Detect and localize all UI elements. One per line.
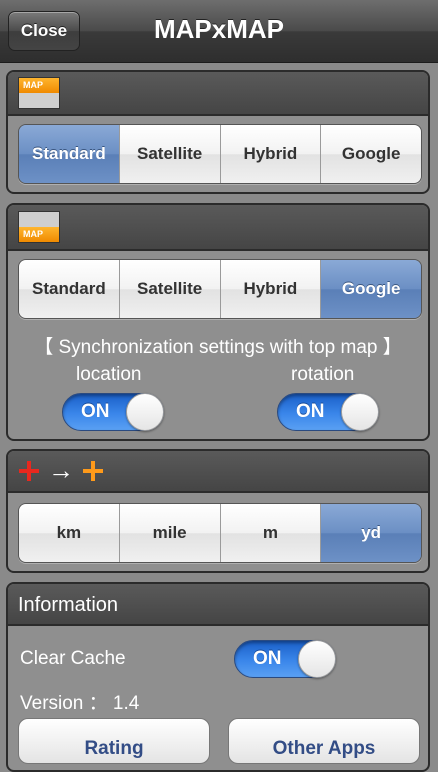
rotation-toggle-state: ON <box>296 401 325 422</box>
bottom-map-panel: MAP Standard Satellite Hybrid Google 【 S… <box>6 203 430 441</box>
top-map-type-satellite[interactable]: Satellite <box>119 125 221 183</box>
map-icon-label: MAP <box>19 227 59 242</box>
bottom-map-icon: MAP <box>18 211 60 243</box>
unit-mile[interactable]: mile <box>119 504 221 562</box>
top-map-type-selector: Standard Satellite Hybrid Google <box>18 124 422 184</box>
navigation-bar: Close MAPxMAP <box>0 0 438 63</box>
start-marker-icon <box>19 461 39 481</box>
unit-m[interactable]: m <box>220 504 322 562</box>
unit-yd[interactable]: yd <box>321 504 421 562</box>
top-map-panel: MAP Standard Satellite Hybrid Google <box>6 70 430 194</box>
version-label: Version ： 1.4 <box>20 693 140 714</box>
information-panel-header: Information <box>8 584 428 626</box>
toggle-knob <box>341 393 379 431</box>
bottom-map-type-satellite[interactable]: Satellite <box>119 260 221 318</box>
page-title: MAPxMAP <box>153 14 284 44</box>
rating-button[interactable]: Rating <box>18 718 210 764</box>
information-title: Information <box>18 594 119 616</box>
clear-cache-toggle[interactable]: ON <box>234 640 336 678</box>
information-panel: Information Clear Cache ON Version ： 1.4… <box>6 582 430 772</box>
toggle-knob <box>298 640 336 678</box>
rotation-label: rotation <box>291 364 355 385</box>
map-icon-label: MAP <box>19 78 59 93</box>
clear-cache-toggle-state: ON <box>253 648 282 669</box>
location-label: location <box>76 364 142 385</box>
other-apps-button[interactable]: Other Apps <box>228 718 420 764</box>
bottom-map-type-google[interactable]: Google <box>321 260 421 318</box>
bottom-map-type-selector: Standard Satellite Hybrid Google <box>18 259 422 319</box>
top-map-type-hybrid[interactable]: Hybrid <box>220 125 322 183</box>
bottom-map-type-hybrid[interactable]: Hybrid <box>220 260 322 318</box>
top-map-icon: MAP <box>18 77 60 109</box>
rotation-toggle[interactable]: ON <box>277 393 379 431</box>
bottom-map-panel-header: MAP <box>8 205 428 251</box>
end-marker-icon <box>83 461 103 481</box>
sync-settings-title: 【 Synchronization settings with top map … <box>34 337 402 358</box>
top-map-type-google[interactable]: Google <box>321 125 421 183</box>
top-map-type-standard[interactable]: Standard <box>19 125 120 183</box>
location-toggle-state: ON <box>81 401 110 422</box>
distance-unit-selector: km mile m yd <box>18 503 422 563</box>
toggle-knob <box>126 393 164 431</box>
clear-cache-label: Clear Cache <box>20 648 126 669</box>
arrow-icon: → <box>48 455 74 485</box>
top-map-panel-header: MAP <box>8 72 428 116</box>
distance-unit-panel-header: → <box>8 451 428 493</box>
unit-km[interactable]: km <box>19 504 120 562</box>
bottom-map-type-standard[interactable]: Standard <box>19 260 120 318</box>
location-toggle[interactable]: ON <box>62 393 164 431</box>
distance-unit-panel: → km mile m yd <box>6 449 430 573</box>
